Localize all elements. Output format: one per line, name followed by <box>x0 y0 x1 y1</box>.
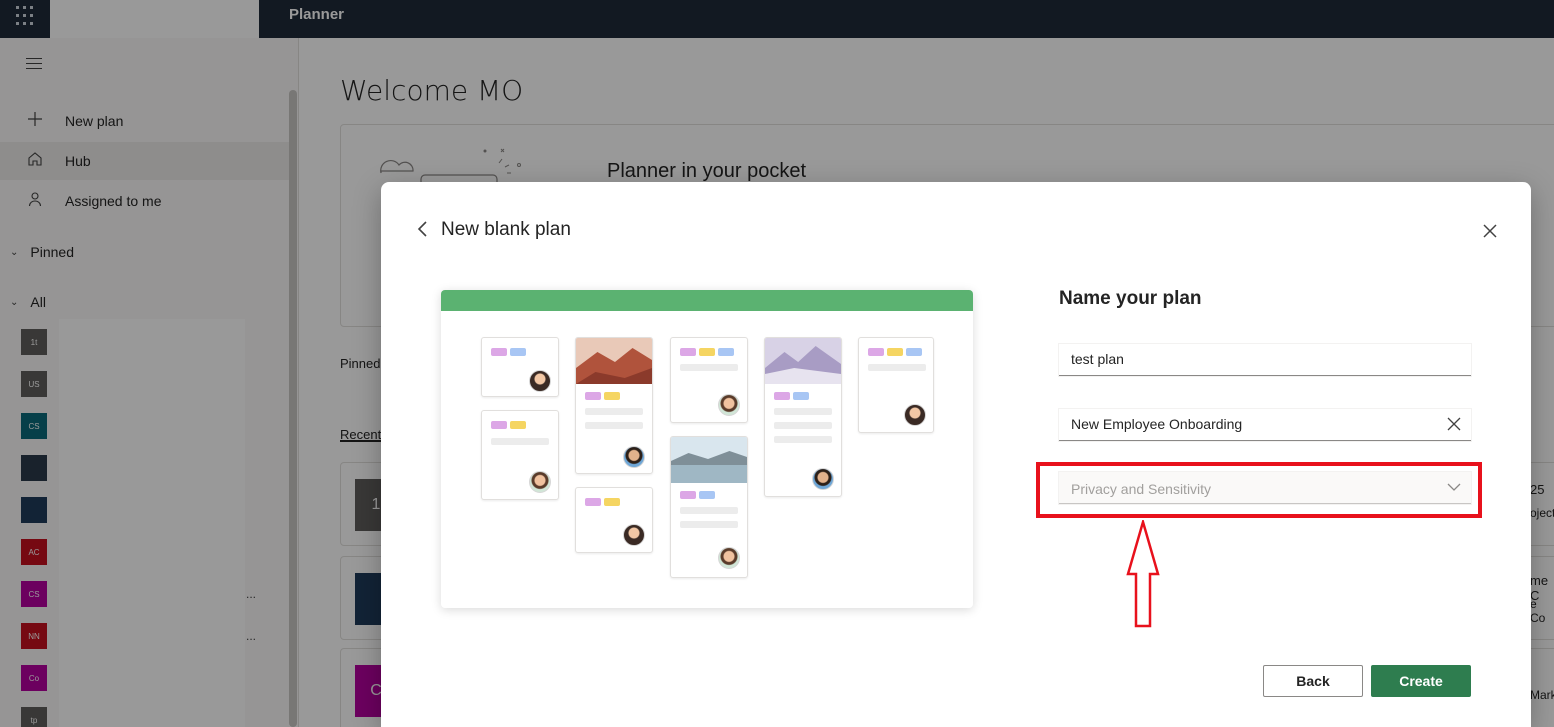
annotation-highlight-box <box>1036 462 1482 518</box>
preview-task-card <box>670 337 748 423</box>
avatar <box>529 370 551 392</box>
preview-task-card <box>575 337 653 474</box>
plan-preview-illustration <box>441 290 973 608</box>
template-input[interactable] <box>1059 409 1419 439</box>
avatar <box>812 468 834 490</box>
desert-image-icon <box>576 338 652 384</box>
clear-icon[interactable] <box>1447 417 1461 431</box>
dialog-title: New blank plan <box>441 219 571 240</box>
preview-task-card <box>858 337 934 433</box>
chevron-left-icon[interactable] <box>415 220 429 238</box>
plan-name-input[interactable] <box>1059 344 1419 374</box>
preview-task-card <box>670 436 748 578</box>
preview-task-card <box>481 410 559 500</box>
avatar <box>718 547 740 569</box>
avatar <box>904 404 926 426</box>
preview-header-bar <box>441 290 973 311</box>
lake-image-icon <box>671 437 747 483</box>
annotation-up-arrow-icon <box>1126 520 1160 628</box>
mountain-image-icon <box>765 338 841 384</box>
avatar <box>623 446 645 468</box>
close-icon[interactable] <box>1481 222 1499 240</box>
template-field[interactable] <box>1059 409 1471 441</box>
new-plan-dialog: New blank plan Name your plan test plan … <box>381 182 1531 727</box>
form-heading: Name your plan <box>1059 288 1202 309</box>
preview-task-card <box>764 337 842 497</box>
plan-name-field[interactable] <box>1059 344 1471 376</box>
avatar <box>718 394 740 416</box>
back-button[interactable]: Back <box>1263 665 1363 697</box>
preview-task-card <box>481 337 559 397</box>
preview-task-card <box>575 487 653 553</box>
create-button[interactable]: Create <box>1371 665 1471 697</box>
avatar <box>623 524 645 546</box>
avatar <box>529 471 551 493</box>
